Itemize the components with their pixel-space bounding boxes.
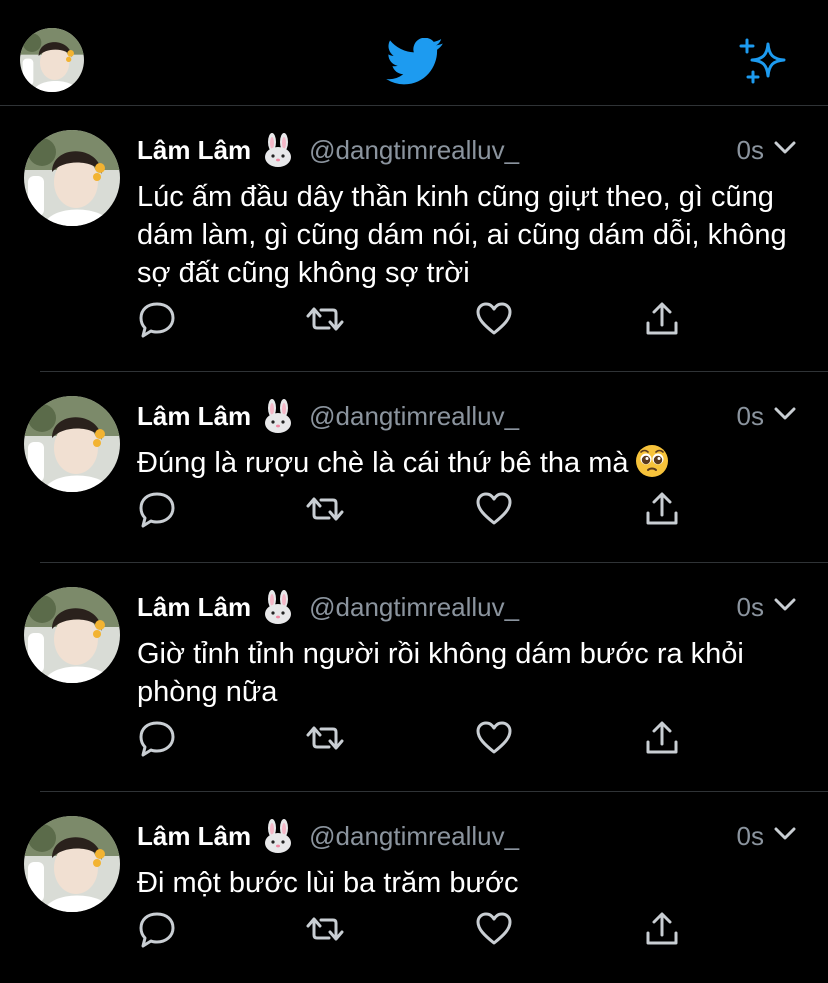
- sparkle-icon[interactable]: [738, 38, 788, 84]
- username[interactable]: @dangtimrealluv_: [309, 135, 519, 166]
- chevron-down-icon[interactable]: [774, 140, 796, 156]
- reply-icon[interactable]: [137, 909, 177, 949]
- timestamp[interactable]: 0s: [737, 592, 764, 623]
- tweet-header: Lâm Lâm @dangtimrealluv_ 0s: [137, 130, 828, 170]
- tweet-actions: [137, 718, 697, 758]
- tweet-header: Lâm Lâm @dangtimrealluv_ 0s: [137, 396, 828, 436]
- timestamp[interactable]: 0s: [737, 135, 764, 166]
- like-icon[interactable]: [474, 909, 514, 949]
- bunny-icon: [263, 133, 293, 167]
- top-bar: [0, 0, 828, 106]
- chevron-down-icon[interactable]: [774, 826, 796, 842]
- retweet-icon[interactable]: [305, 299, 345, 339]
- tweet-header: Lâm Lâm @dangtimrealluv_ 0s: [137, 587, 828, 627]
- display-name[interactable]: Lâm Lâm: [137, 821, 251, 852]
- retweet-icon[interactable]: [305, 909, 345, 949]
- tweet[interactable]: Lâm Lâm @dangtimrealluv_ 0s Đúng là rượu…: [40, 372, 828, 563]
- avatar[interactable]: [24, 396, 120, 492]
- tweet-text: Đi một bước lùi ba trăm bước: [137, 867, 519, 899]
- tweet[interactable]: Lâm Lâm @dangtimrealluv_ 0s Lúc ấm đầu d…: [40, 106, 828, 372]
- like-icon[interactable]: [474, 718, 514, 758]
- reply-icon[interactable]: [137, 718, 177, 758]
- pleading-face-icon: [635, 445, 668, 477]
- timestamp[interactable]: 0s: [737, 401, 764, 432]
- chevron-down-icon[interactable]: [774, 597, 796, 613]
- avatar[interactable]: [24, 130, 120, 226]
- display-name[interactable]: Lâm Lâm: [137, 401, 251, 432]
- display-name[interactable]: Lâm Lâm: [137, 592, 251, 623]
- username[interactable]: @dangtimrealluv_: [309, 401, 519, 432]
- reply-icon[interactable]: [137, 299, 177, 339]
- display-name[interactable]: Lâm Lâm: [137, 135, 251, 166]
- tweet-actions: [137, 299, 697, 339]
- like-icon[interactable]: [474, 299, 514, 339]
- bunny-icon: [263, 590, 293, 624]
- username[interactable]: @dangtimrealluv_: [309, 821, 519, 852]
- tweet[interactable]: Lâm Lâm @dangtimrealluv_ 0s Giờ tỉnh tỉn…: [40, 563, 828, 792]
- share-icon[interactable]: [642, 489, 682, 529]
- like-icon[interactable]: [474, 489, 514, 529]
- tweet-actions: [137, 489, 697, 529]
- tweet-text: Đúng là rượu chè là cái thứ bê tha mà: [137, 444, 797, 482]
- timestamp[interactable]: 0s: [737, 821, 764, 852]
- retweet-icon[interactable]: [305, 718, 345, 758]
- tweet-text-content: Đúng là rượu chè là cái thứ bê tha mà: [137, 447, 629, 479]
- share-icon[interactable]: [642, 718, 682, 758]
- avatar[interactable]: [24, 587, 120, 683]
- username[interactable]: @dangtimrealluv_: [309, 592, 519, 623]
- tweet-actions: [137, 909, 697, 949]
- bunny-icon: [263, 819, 293, 853]
- tweet-text: Lúc ấm đầu dây thần kinh cũng giựt theo,…: [137, 181, 787, 289]
- share-icon[interactable]: [642, 299, 682, 339]
- profile-avatar[interactable]: [20, 28, 84, 92]
- chevron-down-icon[interactable]: [774, 406, 796, 422]
- twitter-bird-icon[interactable]: [386, 38, 444, 86]
- share-icon[interactable]: [642, 909, 682, 949]
- bunny-icon: [263, 399, 293, 433]
- retweet-icon[interactable]: [305, 489, 345, 529]
- avatar[interactable]: [24, 816, 120, 912]
- tweet-header: Lâm Lâm @dangtimrealluv_ 0s: [137, 816, 828, 856]
- reply-icon[interactable]: [137, 489, 177, 529]
- tweet[interactable]: Lâm Lâm @dangtimrealluv_ 0s Đi một bước …: [40, 792, 828, 983]
- tweet-text: Giờ tỉnh tỉnh người rồi không dám bước r…: [137, 638, 744, 708]
